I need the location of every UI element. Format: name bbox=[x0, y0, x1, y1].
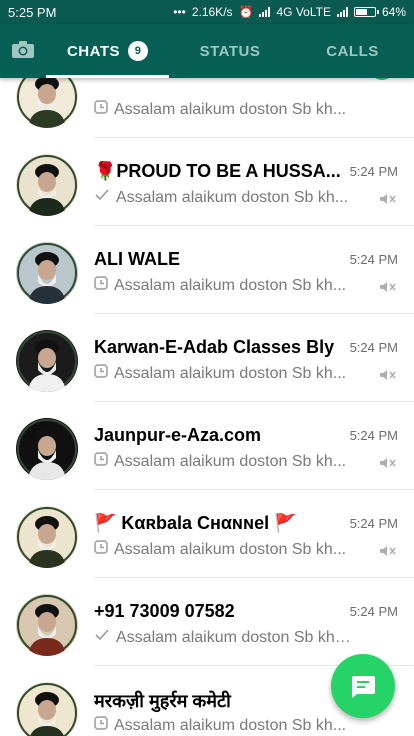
battery-icon bbox=[353, 7, 379, 17]
battery-percent: 64% bbox=[381, 5, 406, 19]
muted-icon bbox=[378, 190, 396, 208]
chat-row[interactable]: +91 73009 07582 5:24 PM Assalam alaikum do… bbox=[0, 578, 414, 666]
tab-status[interactable]: STATUS bbox=[169, 24, 291, 78]
app-bar: CHATS 9 STATUS CALLS bbox=[0, 24, 414, 78]
chat-preview: Assalam alaikum doston Sb kh... bbox=[94, 100, 356, 119]
avatar[interactable] bbox=[16, 418, 78, 480]
muted-icon bbox=[378, 454, 396, 472]
clock-icon bbox=[94, 540, 108, 559]
chat-row[interactable]: 🌹PROUD TO BE A HUSSA... 5:24 PM Assalam al… bbox=[0, 138, 414, 226]
chat-preview-text: Assalam alaikum doston Sb kh... bbox=[114, 716, 347, 734]
check-icon bbox=[94, 628, 110, 647]
signal-icon bbox=[259, 7, 271, 17]
avatar[interactable] bbox=[16, 154, 78, 216]
chat-name: +91 73009 07582 bbox=[94, 601, 235, 621]
chat-time: 5:24 PM bbox=[349, 516, 398, 531]
chat-preview: Assalam alaikum doston Sb kh... bbox=[94, 188, 356, 207]
muted-icon bbox=[378, 278, 396, 296]
alarm-icon: ⏰ bbox=[238, 5, 254, 19]
status-bar: 5:25 PM ••• 2.16K/s ⏰ 4G VoLTE 64% bbox=[0, 0, 414, 24]
chat-name: 🚩 Kαʀbala Cнαɴɴel 🚩 bbox=[94, 513, 297, 533]
chat-preview: Assalam alaikum doston Sb khairi... bbox=[94, 628, 356, 647]
new-chat-button[interactable] bbox=[331, 654, 395, 718]
chat-row[interactable]: ALI WALE 5:24 PM Assalam alaikum doston Sb… bbox=[0, 226, 414, 314]
tab-chats[interactable]: CHATS 9 bbox=[46, 24, 169, 78]
clock-icon bbox=[94, 452, 108, 471]
chat-row[interactable]: 🚩 Kαʀbala Cнαɴɴel 🚩 5:24 PM Assalam alaiku… bbox=[0, 490, 414, 578]
chat-name: ALI WALE bbox=[94, 249, 180, 269]
chat-preview-text: Assalam alaikum doston Sb kh... bbox=[114, 452, 347, 470]
chat-preview-text: Assalam alaikum doston Sb khairi... bbox=[116, 628, 356, 646]
avatar[interactable] bbox=[16, 242, 78, 304]
signal-icon-2 bbox=[336, 7, 348, 17]
chat-preview: Assalam alaikum doston Sb kh... bbox=[94, 540, 356, 559]
clock-icon bbox=[94, 100, 108, 119]
message-icon bbox=[351, 676, 375, 698]
chat-time: 5:24 PM bbox=[349, 252, 398, 267]
avatar[interactable] bbox=[16, 506, 78, 568]
chat-time: 5:24 PM bbox=[349, 164, 398, 179]
network-type: 4G VoLTE bbox=[276, 5, 331, 19]
chat-preview-text: Assalam alaikum doston Sb kh... bbox=[114, 276, 347, 294]
chat-preview-text: Assalam alaikum doston Sb kh... bbox=[114, 100, 347, 118]
network-speed: 2.16K/s bbox=[191, 5, 233, 19]
tab-status-label: STATUS bbox=[199, 42, 261, 60]
chat-preview: Assalam alaikum doston Sb kh... bbox=[94, 364, 356, 383]
chat-name: Karwan-E-Adab Classes Bly bbox=[94, 337, 335, 357]
unread-badge: 1 bbox=[370, 78, 394, 80]
avatar[interactable] bbox=[16, 330, 78, 392]
chat-preview-text: Assalam alaikum doston Sb kh... bbox=[114, 540, 347, 558]
chat-time: 5:24 PM bbox=[349, 428, 398, 443]
tab-calls-label: CALLS bbox=[326, 42, 379, 60]
active-tab-indicator bbox=[46, 75, 169, 78]
avatar[interactable] bbox=[16, 78, 78, 128]
chat-name: 🌹PROUD TO BE A HUSSA... bbox=[94, 161, 341, 181]
muted-icon bbox=[378, 542, 396, 560]
status-indicators: ••• 2.16K/s ⏰ 4G VoLTE 64% bbox=[173, 5, 406, 19]
notification-dots-icon: ••• bbox=[173, 5, 186, 19]
avatar[interactable] bbox=[16, 682, 78, 736]
chat-row[interactable]: Karwan-E-Adab Classes Bly 5:24 PM Assalam … bbox=[0, 314, 414, 402]
clock-icon bbox=[94, 716, 108, 735]
chat-row[interactable]: Jaunpur-e-Aza.com 5:24 PM Assalam alaikum … bbox=[0, 402, 414, 490]
muted-icon bbox=[378, 366, 396, 384]
clock-icon bbox=[94, 364, 108, 383]
chat-preview: Assalam alaikum doston Sb kh... bbox=[94, 716, 356, 735]
chat-name: Jaunpur-e-Aza.com bbox=[94, 425, 262, 445]
chat-time: 5:24 PM bbox=[349, 340, 398, 355]
tab-calls[interactable]: CALLS bbox=[291, 24, 414, 78]
clock-icon bbox=[94, 276, 108, 295]
tab-chats-label: CHATS bbox=[66, 42, 121, 60]
chat-preview-text: Assalam alaikum doston Sb kh... bbox=[116, 188, 349, 206]
chat-list[interactable]: Assalam alaikum doston Sb kh... 1 🌹PROUD T… bbox=[0, 78, 414, 736]
chat-name: मरकज़ी मुहर्रम कमेटी bbox=[94, 691, 231, 711]
chat-preview: Assalam alaikum doston Sb kh... bbox=[94, 276, 356, 295]
chat-preview: Assalam alaikum doston Sb kh... bbox=[94, 452, 356, 471]
avatar[interactable] bbox=[16, 594, 78, 656]
chat-row[interactable]: Assalam alaikum doston Sb kh... 1 bbox=[0, 78, 414, 138]
chats-count-badge: 9 bbox=[128, 41, 149, 61]
camera-icon[interactable] bbox=[12, 41, 34, 58]
chat-preview-text: Assalam alaikum doston Sb kh... bbox=[114, 364, 347, 382]
check-icon bbox=[94, 188, 110, 207]
status-time: 5:25 PM bbox=[8, 4, 57, 20]
chat-time: 5:24 PM bbox=[349, 604, 398, 619]
